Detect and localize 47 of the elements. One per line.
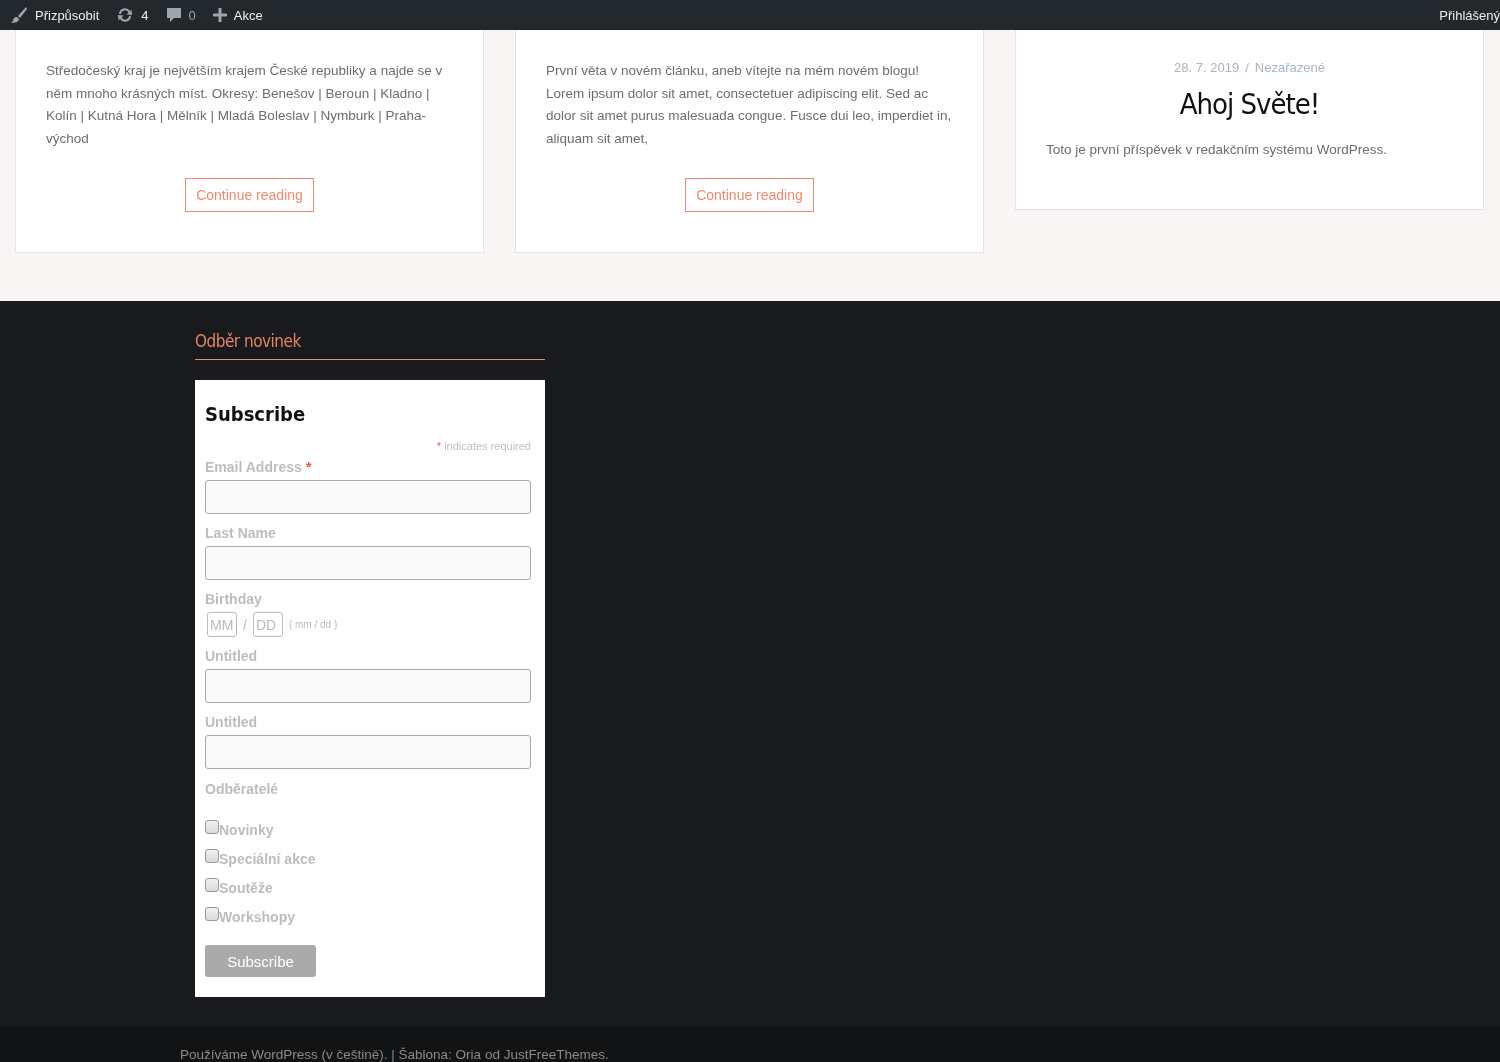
- field-label: Untitled: [205, 648, 258, 664]
- checkbox-label: Speciální akce: [219, 851, 316, 867]
- group-label: Odběratelé: [205, 781, 280, 797]
- form-heading: Subscribe: [205, 402, 307, 426]
- admin-bar-label: 4: [141, 7, 149, 23]
- admin-bar-label: Akce: [233, 7, 263, 23]
- post-excerpt: Toto je první příspěvek v redakčním systému WordPress.: [1046, 141, 1389, 159]
- required-note: indicates required: [444, 440, 531, 452]
- input-field[interactable]: [205, 480, 531, 514]
- checkbox-label: Workshopy: [219, 909, 295, 925]
- admin-bar-item[interactable]: 4: [116, 6, 149, 24]
- field-label: Birthday: [205, 591, 262, 607]
- required-asterisk: *: [436, 440, 442, 452]
- post-excerpt: Středočeský kraj je největším krajem České republiky a najde se v něm mnoho krásných míst. Okresy: Benešov | Beroun | Kladno | Kolín | Kutná Hora | Mělník | Mladá Boleslav | Nymburk | Praha-východ: [46, 62, 444, 148]
- date-format-hint: ( mm / dd ): [288, 619, 338, 630]
- account-link[interactable]: Přihlášený: [1439, 7, 1500, 23]
- input-field[interactable]: [205, 735, 531, 769]
- brush-icon: [10, 6, 28, 24]
- admin-bar-item[interactable]: Přizpůsobit: [10, 6, 100, 24]
- required-asterisk: *: [305, 458, 312, 475]
- refresh-icon: [116, 6, 135, 24]
- checkbox-label: Novinky: [219, 822, 274, 838]
- field-label: Untitled: [205, 714, 258, 730]
- footer-credits: Používáme WordPress (v češtině). | Šablona: Oria od JustFreeThemes.: [180, 1047, 609, 1062]
- admin-bar-item[interactable]: Akce: [212, 7, 263, 23]
- checkbox[interactable]: [205, 820, 219, 834]
- checkbox[interactable]: [205, 878, 219, 892]
- date-part-field[interactable]: MM: [207, 612, 237, 637]
- comment-icon: [165, 7, 182, 23]
- meta-separator: /: [1245, 60, 1249, 75]
- checkbox-label: Soutěže: [219, 880, 273, 896]
- field-label: Email Address: [205, 459, 302, 475]
- input-field[interactable]: [205, 669, 531, 703]
- date-part-field[interactable]: DD: [252, 612, 283, 637]
- plus-icon: [212, 8, 227, 22]
- post-excerpt: První věta v novém článku, aneb vítejte na mém novém blogu! Lorem ipsum dolor sit amet, consectetuer adipiscing elit. Sed ac dolor sit amet purus malesuada congue. Fusce dui leo, imperdiet in, aliquam sit amet,: [546, 62, 953, 148]
- post-title[interactable]: Ahoj Světe!: [1046, 87, 1453, 121]
- admin-bar-item[interactable]: 0: [165, 7, 196, 23]
- checkbox[interactable]: [205, 907, 219, 921]
- admin-bar-label: 0: [188, 7, 196, 23]
- widget-title: Odběr novinek: [195, 331, 545, 360]
- date-separator: /: [243, 616, 247, 633]
- field-label: Last Name: [205, 525, 276, 541]
- checkbox[interactable]: [205, 849, 219, 863]
- input-field[interactable]: [205, 546, 531, 580]
- admin-bar-label: Přizpůsobit: [35, 7, 100, 23]
- post-date: 28. 7. 2019: [1174, 60, 1240, 75]
